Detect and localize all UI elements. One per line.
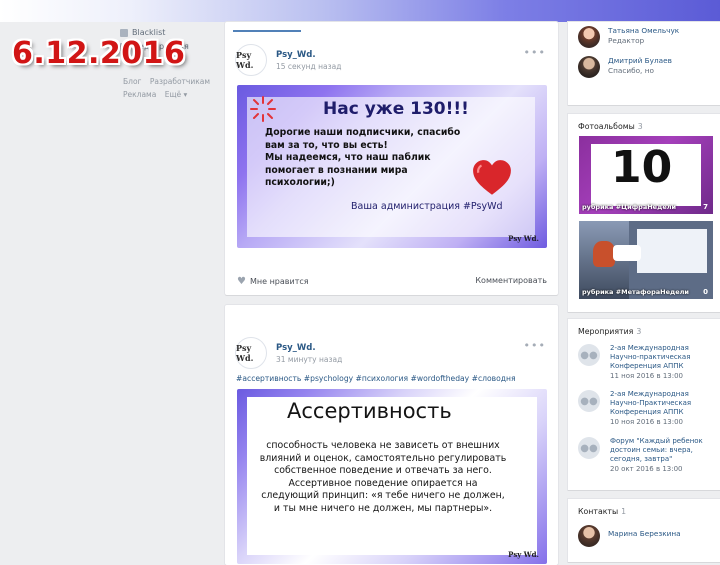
footer-link-more[interactable]: Ещё ▾ [165,90,188,99]
post-header: Psy Wd. Psy_Wd. 31 минуту назад [235,337,342,369]
image-brand: Psy Wd. [508,234,539,243]
footer-link-blog[interactable]: Блог [123,77,141,86]
group-icon[interactable]: ●● [578,437,600,459]
speech-bubble [613,245,641,261]
image-brand: Psy Wd. [508,550,539,559]
album-thumbnail[interactable]: 10 рубрика #ЦифраНедели 7 [579,136,713,214]
albums-block: Фотоальбомы 3 10 рубрика #ЦифраНедели 7 р… [568,114,720,312]
avatar[interactable] [578,26,600,48]
avatar[interactable]: Psy Wd. [235,337,267,369]
post-card: Psy Wd. Psy_Wd. 31 минуту назад ••• #асс… [225,305,558,565]
album-count: 7 [703,203,708,211]
album-number: 10 [611,142,673,193]
events-title[interactable]: Мероприятия 3 [578,327,641,336]
comic-panel [637,229,707,273]
post-image[interactable]: Ассертивность способность человека не за… [237,389,547,564]
footer-link-ads[interactable]: Реклама [123,90,156,99]
top-banner [0,0,720,22]
avatar[interactable] [578,56,600,78]
avatar[interactable]: Psy Wd. [235,44,267,76]
more-options-icon[interactable]: ••• [524,46,546,59]
burst-icon [250,96,276,122]
group-icon[interactable]: ●● [578,390,600,412]
post-card: Psy Wd. Psy_Wd. 15 секунд назад ••• Нас … [225,22,558,295]
post-author[interactable]: Psy_Wd. [276,50,341,60]
avatar[interactable] [578,525,600,547]
list-item[interactable]: Дмитрий Булаев Спасибо, но [578,56,672,78]
more-options-icon[interactable]: ••• [524,339,546,352]
heart-icon [473,160,511,195]
group-icon[interactable]: ●● [578,344,600,366]
image-signature: Ваша администрация #PsyWd [351,201,503,212]
cartoon-figure [593,241,615,267]
list-item[interactable]: ●● Форум "Каждый ребенок достоин семьи: … [578,437,718,474]
album-caption: рубрика #ЦифраНедели [582,203,677,211]
list-item[interactable]: Татьяна Омельчук Редактор [578,26,679,48]
like-icon: ♥ [237,276,246,287]
post-actions: ♥ Мне нравится Комментировать [237,276,547,287]
album-count: 0 [703,288,708,296]
album-caption: рубрика #МетафораНедели [582,288,689,296]
like-button[interactable]: ♥ Мне нравится [237,276,309,287]
contacts-block: Контакты 1 Марина Березкина [568,499,720,562]
post-header: Psy Wd. Psy_Wd. 15 секунд назад [235,44,341,76]
image-text: Дорогие наши подписчики, спасибо вам за … [265,127,461,188]
footer-link-developers[interactable]: Разработчикам [150,77,210,86]
post-author[interactable]: Psy_Wd. [276,343,342,353]
post-hashtags[interactable]: #ассертивность #psychology #психология #… [236,374,516,383]
albums-title[interactable]: Фотоальбомы 3 [578,122,643,131]
post-time[interactable]: 31 минуту назад [276,355,342,364]
post-time[interactable]: 15 секунд назад [276,62,341,71]
managers-block: Татьяна Омельчук Редактор Дмитрий Булаев… [568,22,720,105]
events-block: Мероприятия 3 ●● 2-ая Международная Научн… [568,319,720,490]
post-image[interactable]: Нас уже 130!!! Дорогие наши подписчики, … [237,85,547,248]
list-item[interactable]: Марина Березкина [578,525,681,547]
list-item[interactable]: ●● 2-ая Международная Научно-Практическа… [578,390,718,427]
list-item[interactable]: ●● 2-ая Международная Научно-практическа… [578,344,718,381]
image-headline: Нас уже 130!!! [323,99,469,119]
footer-links: Блог Разработчикам Реклама Ещё ▾ [123,75,216,101]
active-tab-underline [233,30,301,32]
image-text: способность человека не зависеть от внеш… [259,440,507,514]
album-thumbnail[interactable]: рубрика #МетафораНедели 0 [579,221,713,299]
date-overlay: 6.12.2016 [12,36,186,71]
contacts-title[interactable]: Контакты 1 [578,507,626,516]
image-title: Ассертивность [287,399,452,423]
comment-button[interactable]: Комментировать [475,276,547,287]
